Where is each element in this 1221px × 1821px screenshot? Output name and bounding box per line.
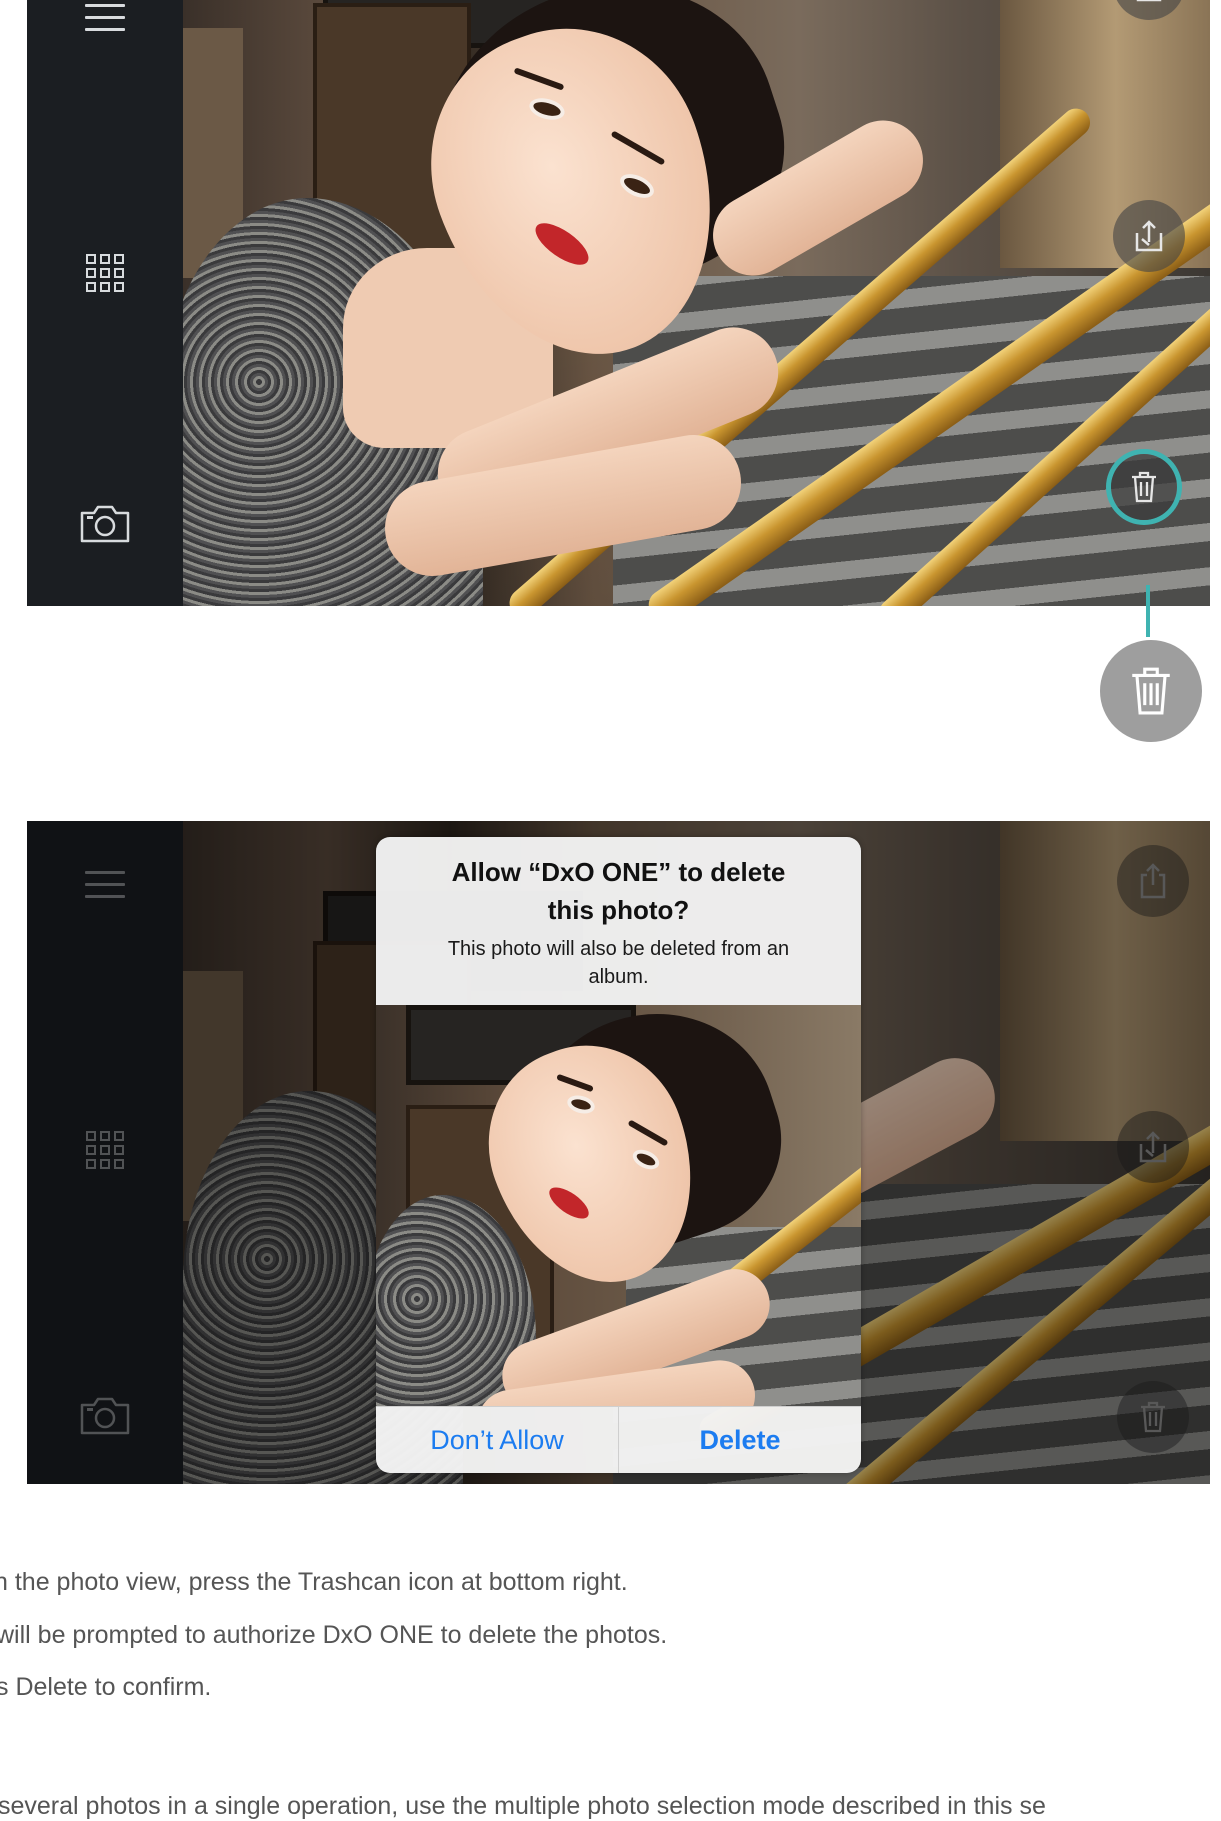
- instruction-step-3: s Delete to confirm.: [0, 1673, 212, 1701]
- alert-title: Allow “DxO ONE” to delete this photo?: [451, 857, 786, 925]
- camera-icon[interactable]: [79, 504, 131, 544]
- callout-connector: [1146, 585, 1150, 637]
- alert-button-bar: Don’t Allow Delete: [376, 1406, 861, 1473]
- instruction-step-1: n the photo view, press the Trashcan ico…: [0, 1568, 628, 1596]
- sidebar: [27, 0, 183, 606]
- grid-gallery-icon[interactable]: [86, 254, 124, 292]
- trash-icon: [1132, 667, 1170, 715]
- hamburger-menu-icon[interactable]: [85, 4, 125, 31]
- portrait-photo: [183, 0, 1210, 606]
- photo-view-screenshot-2: Allow “DxO ONE” to delete this photo? Th…: [27, 821, 1210, 1484]
- export-icon: [1135, 220, 1163, 252]
- trash-icon: [1132, 471, 1156, 503]
- dont-allow-button[interactable]: Don’t Allow: [376, 1407, 618, 1473]
- share-icon: [1136, 0, 1162, 2]
- trash-callout: [1100, 640, 1202, 742]
- delete-permission-alert: Allow “DxO ONE” to delete this photo? Th…: [376, 837, 861, 1473]
- alert-header: Allow “DxO ONE” to delete this photo? Th…: [376, 837, 861, 1005]
- trash-button[interactable]: [1111, 454, 1177, 520]
- photo-view-screenshot-1: [27, 0, 1210, 606]
- instruction-step-2: will be prompted to authorize DxO ONE to…: [0, 1621, 668, 1649]
- instruction-note: several photos in a single operation, us…: [0, 1792, 1046, 1820]
- export-button[interactable]: [1113, 200, 1185, 272]
- alert-message: This photo will also be deleted from an …: [447, 938, 790, 988]
- delete-button[interactable]: Delete: [618, 1407, 861, 1473]
- alert-photo-preview: [376, 1005, 861, 1407]
